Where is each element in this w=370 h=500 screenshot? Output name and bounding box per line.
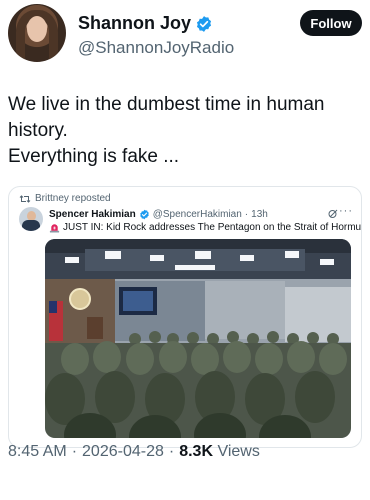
verified-badge-icon xyxy=(196,15,212,32)
tweet-text-line: Everything is fake ... xyxy=(8,146,180,167)
tweet-text-line: history. xyxy=(8,120,68,141)
quoted-author-avatar[interactable] xyxy=(19,207,43,231)
quoted-tweet-time[interactable]: 13h xyxy=(251,209,268,220)
author-handle[interactable]: @ShannonJoyRadio xyxy=(78,38,234,58)
separator-dot: · xyxy=(244,209,249,220)
tweet-text: We live in the dumbest time in human his… xyxy=(8,92,358,170)
tweet-metadata: 8:45 AM · 2026-04-28 · 8.3K Views xyxy=(8,443,260,461)
quoted-author-handle[interactable]: @SpencerHakimian xyxy=(153,209,242,220)
quoted-author-row: Spencer Hakimian @SpencerHakimian · 13h xyxy=(49,209,268,220)
follow-button[interactable]: Follow xyxy=(300,10,362,36)
pentagon-briefing-photo xyxy=(45,239,351,438)
grok-icon[interactable] xyxy=(327,208,339,220)
author-name-row[interactable]: Shannon Joy xyxy=(78,13,213,34)
verified-badge-icon xyxy=(139,209,149,220)
views-label: Views xyxy=(217,443,260,460)
tweet-photo[interactable] xyxy=(45,239,351,438)
author-name[interactable]: Shannon Joy xyxy=(78,13,191,34)
quoted-author-name[interactable]: Spencer Hakimian xyxy=(49,209,136,220)
tweet-text-line: We live in the dumbest time in human xyxy=(8,94,325,115)
more-options-icon[interactable]: ··· xyxy=(339,205,353,217)
separator-dot: · xyxy=(168,443,175,460)
author-avatar[interactable] xyxy=(8,4,66,62)
repost-icon xyxy=(19,194,31,203)
quoted-tweet-text: JUST IN: Kid Rock addresses The Pentagon… xyxy=(63,222,362,233)
siren-emoji-icon xyxy=(49,224,60,233)
tweet-time[interactable]: 8:45 AM xyxy=(8,443,67,461)
separator-dot: · xyxy=(71,443,78,460)
repost-label: Brittney reposted xyxy=(35,193,111,204)
repost-indicator[interactable]: Brittney reposted xyxy=(19,193,111,204)
tweet-date[interactable]: 2026-04-28 xyxy=(82,443,164,461)
views-count: 8.3K xyxy=(179,443,213,460)
tweet-header: Shannon Joy @ShannonJoyRadio Follow xyxy=(8,4,362,66)
quoted-tweet-text-row: JUST IN: Kid Rock addresses The Pentagon… xyxy=(49,222,362,233)
quoted-tweet[interactable]: Brittney reposted Spencer Hakimian @Spen… xyxy=(8,186,362,448)
